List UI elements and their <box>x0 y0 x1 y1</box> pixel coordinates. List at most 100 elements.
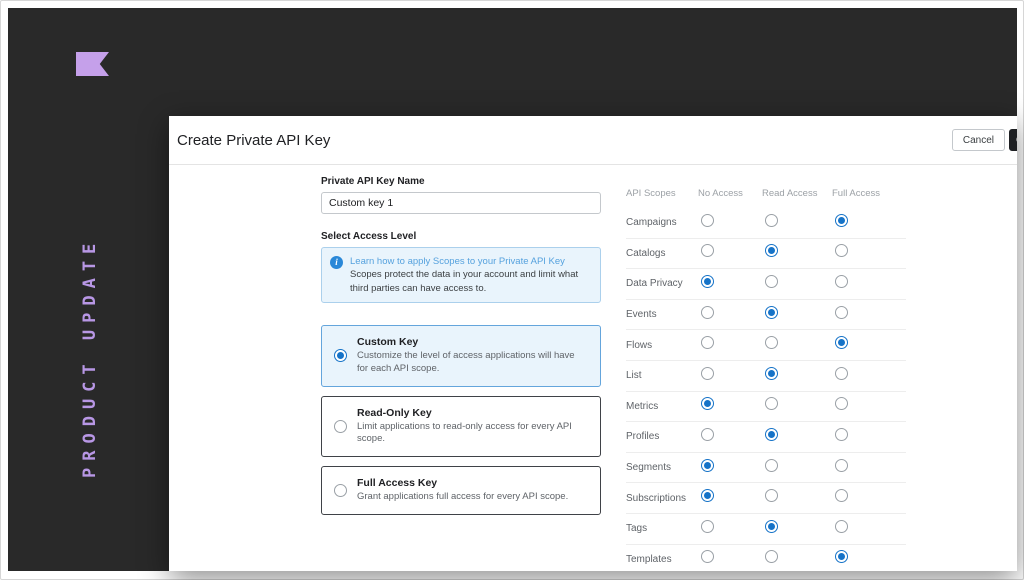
scope-cell-full-access <box>832 397 906 415</box>
full-access-radio[interactable] <box>835 336 848 350</box>
full-access-radio[interactable] <box>835 427 848 441</box>
read-access-radio[interactable] <box>765 274 778 288</box>
scopes-info-banner: i Learn how to apply Scopes to your Priv… <box>321 247 601 303</box>
no-access-radio[interactable] <box>701 397 714 411</box>
full-access-radio[interactable] <box>835 274 848 288</box>
scope-label: Profiles <box>626 431 660 443</box>
read-access-radio[interactable] <box>765 397 778 411</box>
scope-row-profiles: Profiles <box>626 422 906 453</box>
scope-cell-read-access <box>762 489 832 507</box>
access-option-desc: Grant applications full access for every… <box>357 491 569 503</box>
scope-cell-read-access <box>762 366 832 385</box>
scopes-info-text: Learn how to apply Scopes to your Privat… <box>350 255 592 295</box>
scope-row-campaigns: Campaigns <box>626 208 906 239</box>
no-access-radio[interactable] <box>701 489 714 503</box>
scope-cell-full-access <box>832 305 906 324</box>
access-option-radio[interactable] <box>334 484 347 498</box>
access-option-custom-key[interactable]: Custom Key Customize the level of access … <box>321 324 601 387</box>
scope-cell-read-access <box>762 336 832 354</box>
no-access-radio[interactable] <box>701 427 714 441</box>
create-button[interactable]: Create <box>1009 129 1017 151</box>
scope-row-events: Events <box>626 300 906 331</box>
cancel-button[interactable]: Cancel <box>951 129 1005 151</box>
scope-label: Events <box>626 309 657 321</box>
read-access-radio[interactable] <box>765 305 778 319</box>
scope-cell-no-access <box>698 305 762 324</box>
scope-label: Metrics <box>626 400 659 412</box>
full-access-radio[interactable] <box>835 305 848 319</box>
scope-row-templates: Templates <box>626 545 906 571</box>
no-access-radio[interactable] <box>701 244 714 258</box>
create-api-key-modal: Create Private API Key Cancel Create Pri… <box>169 116 1017 571</box>
scope-row-catalogs: Catalogs <box>626 239 906 270</box>
scope-cell-full-access <box>832 550 906 568</box>
scope-cell-read-access <box>762 305 832 324</box>
scopes-rows: Campaigns Catalogs Data Privacy Events Flows… <box>626 208 906 571</box>
read-access-radio[interactable] <box>765 244 778 258</box>
scope-cell-full-access <box>832 336 906 354</box>
info-icon: i <box>330 256 343 269</box>
scope-cell-read-access <box>762 458 832 477</box>
no-access-radio[interactable] <box>701 550 714 564</box>
scope-cell-read-access <box>762 519 832 538</box>
no-access-radio[interactable] <box>701 366 714 380</box>
scope-cell-full-access <box>832 519 906 538</box>
no-access-radio[interactable] <box>701 305 714 319</box>
read-access-radio[interactable] <box>765 427 778 441</box>
full-access-radio[interactable] <box>835 244 848 258</box>
scope-cell-full-access <box>832 244 906 262</box>
scope-label: Flows <box>626 339 653 351</box>
no-access-radio[interactable] <box>701 519 714 533</box>
access-option-text: Read-Only Key Limit applications to read-… <box>357 407 588 447</box>
access-option-read-only-key[interactable]: Read-Only Key Limit applications to read-… <box>321 395 601 458</box>
full-access-radio[interactable] <box>835 489 848 503</box>
scope-cell-no-access <box>698 397 762 415</box>
no-access-radio[interactable] <box>701 213 714 227</box>
no-access-radio[interactable] <box>701 458 714 472</box>
scope-cell-no-access <box>698 244 762 262</box>
access-option-text: Full Access Key Grant applications full a… <box>357 477 568 504</box>
vertical-banner-text: PRODUCT UPDATE <box>80 236 100 478</box>
scope-row-data-privacy: Data Privacy <box>626 269 906 300</box>
scope-label: Subscriptions <box>626 492 687 504</box>
full-access-radio[interactable] <box>835 458 848 472</box>
full-access-radio[interactable] <box>835 366 848 380</box>
scope-cell-read-access <box>762 550 832 568</box>
scope-cell-read-access <box>762 244 832 262</box>
access-option-full-access-key[interactable]: Full Access Key Grant applications full a… <box>321 466 601 515</box>
scope-cell-no-access <box>698 213 762 232</box>
scopes-header-row: API Scopes No Access Read Access Full Ac… <box>626 178 906 208</box>
access-option-radio[interactable] <box>334 349 347 363</box>
access-option-desc: Limit applications to read-only access f… <box>357 420 572 445</box>
api-key-form: Private API Key Name Select Access Level… <box>321 176 601 524</box>
scope-label: Tags <box>626 523 648 535</box>
api-key-name-input[interactable] <box>321 192 601 214</box>
full-access-radio[interactable] <box>835 550 848 564</box>
read-access-radio[interactable] <box>765 336 778 350</box>
full-access-radio[interactable] <box>835 213 848 227</box>
scope-row-flows: Flows <box>626 330 906 361</box>
read-access-radio[interactable] <box>765 489 778 503</box>
scope-cell-no-access <box>698 427 762 446</box>
read-access-radio[interactable] <box>765 458 778 472</box>
scopes-col-full-access: Full Access <box>832 187 881 199</box>
no-access-radio[interactable] <box>701 274 714 288</box>
no-access-radio[interactable] <box>701 336 714 350</box>
read-access-radio[interactable] <box>765 550 778 564</box>
access-level-label: Select Access Level <box>321 231 417 242</box>
scopes-col-read-access: Read Access <box>762 187 818 199</box>
access-option-radio[interactable] <box>334 419 347 433</box>
read-access-radio[interactable] <box>765 366 778 380</box>
scope-row-subscriptions: Subscriptions <box>626 483 906 514</box>
access-option-title: Custom Key <box>357 335 419 348</box>
access-option-title: Read-Only Key <box>357 406 432 419</box>
read-access-radio[interactable] <box>765 519 778 533</box>
scope-cell-full-access <box>832 427 906 446</box>
full-access-radio[interactable] <box>835 397 848 411</box>
scope-cell-full-access <box>832 489 906 507</box>
full-access-radio[interactable] <box>835 519 848 533</box>
read-access-radio[interactable] <box>765 213 778 227</box>
scope-cell-no-access <box>698 274 762 293</box>
scopes-learn-link[interactable]: Learn how to apply Scopes to your Privat… <box>350 256 565 267</box>
scope-cell-read-access <box>762 213 832 232</box>
